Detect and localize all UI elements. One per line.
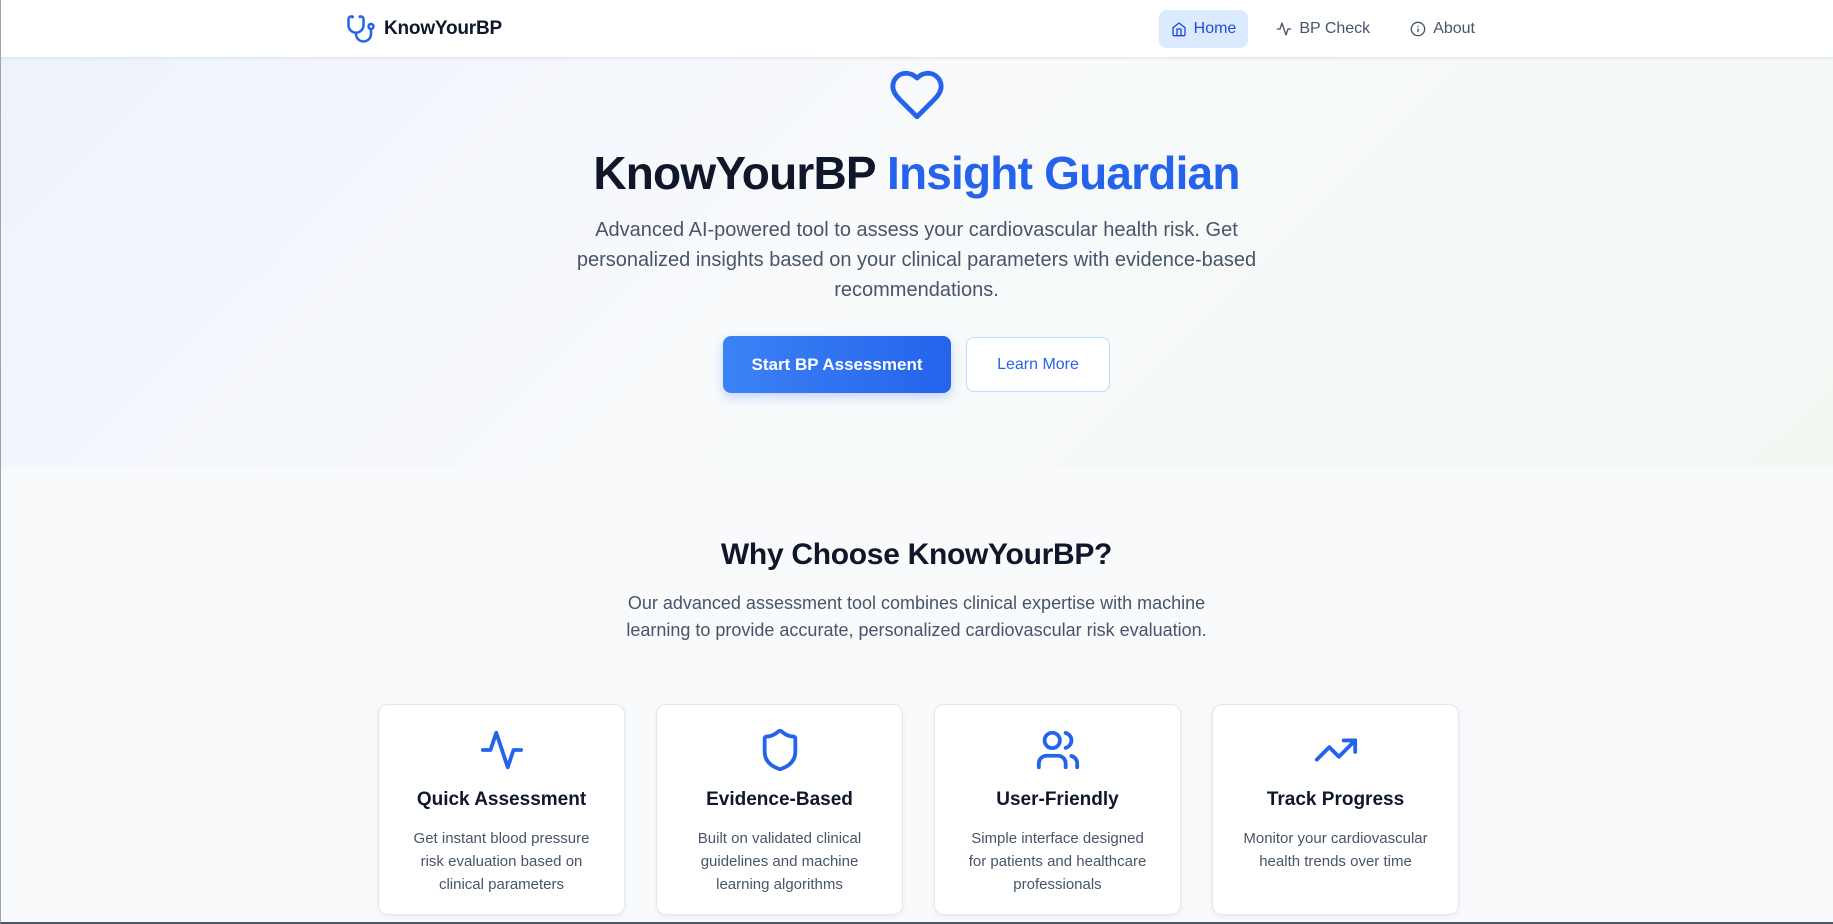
feature-card-description: Simple interface designed for patients a… bbox=[968, 830, 1147, 893]
nav-item-about-label: About bbox=[1433, 20, 1475, 37]
feature-card-title: Track Progress bbox=[1266, 789, 1405, 810]
activity-icon bbox=[480, 730, 523, 770]
brand-logo-link[interactable]: KnowYourBP bbox=[346, 14, 502, 44]
features-subtitle: Our advanced assessment tool combines cl… bbox=[626, 593, 1207, 640]
nav-item-about[interactable]: About bbox=[1398, 10, 1487, 48]
hero-title: KnowYourBP Insight Guardian bbox=[0, 146, 1833, 200]
users-icon bbox=[1036, 730, 1079, 770]
nav-item-home-label: Home bbox=[1193, 20, 1237, 37]
features-title: Why Choose KnowYourBP? bbox=[720, 538, 1113, 571]
feature-card-track-progress: Track Progress Monitor your cardiovascul… bbox=[1212, 704, 1459, 915]
feature-cards: Quick Assessment Get instant blood press… bbox=[378, 704, 1459, 915]
feature-card-description: Built on validated clinical guidelines a… bbox=[697, 830, 862, 893]
feature-card-title: User-Friendly bbox=[996, 789, 1119, 810]
learn-more-button[interactable]: Learn More bbox=[966, 337, 1110, 392]
feature-card-user-friendly: User-Friendly Simple interface designed … bbox=[934, 704, 1181, 915]
feature-card-description: Monitor your cardiovascular health trend… bbox=[1243, 830, 1428, 870]
start-assessment-button[interactable]: Start BP Assessment bbox=[723, 336, 951, 393]
hero-section: KnowYourBP Insight Guardian Advanced AI-… bbox=[0, 58, 1833, 467]
navbar-inner: KnowYourBP Home BP Check About bbox=[346, 0, 1487, 58]
top-navbar: KnowYourBP Home BP Check About bbox=[0, 0, 1833, 58]
hero-buttons: Start BP Assessment Learn More bbox=[0, 336, 1833, 393]
feature-card-quick-assessment: Quick Assessment Get instant blood press… bbox=[378, 704, 625, 915]
home-icon bbox=[1171, 22, 1186, 37]
nav-item-home[interactable]: Home bbox=[1158, 10, 1249, 48]
info-icon bbox=[1410, 21, 1426, 37]
stethoscope-icon bbox=[346, 14, 376, 44]
trending-up-icon bbox=[1314, 738, 1357, 762]
hero-title-accent: Insight Guardian bbox=[886, 147, 1240, 199]
hero-subtitle: Advanced AI-powered tool to assess your … bbox=[576, 219, 1257, 301]
feature-card-description: Get instant blood pressure risk evaluati… bbox=[413, 830, 590, 893]
heart-icon bbox=[889, 70, 944, 120]
brand-name: KnowYourBP bbox=[384, 18, 502, 39]
shield-icon bbox=[762, 728, 797, 772]
nav-links: Home BP Check About bbox=[1158, 10, 1487, 48]
nav-item-bp-check[interactable]: BP Check bbox=[1264, 10, 1382, 48]
hero-title-main: KnowYourBP bbox=[593, 147, 875, 199]
nav-item-bp-check-label: BP Check bbox=[1299, 20, 1371, 37]
feature-card-title: Quick Assessment bbox=[416, 789, 587, 810]
activity-icon bbox=[1276, 22, 1292, 36]
feature-card-evidence-based: Evidence-Based Built on validated clinic… bbox=[656, 704, 903, 915]
feature-card-title: Evidence-Based bbox=[706, 789, 853, 810]
